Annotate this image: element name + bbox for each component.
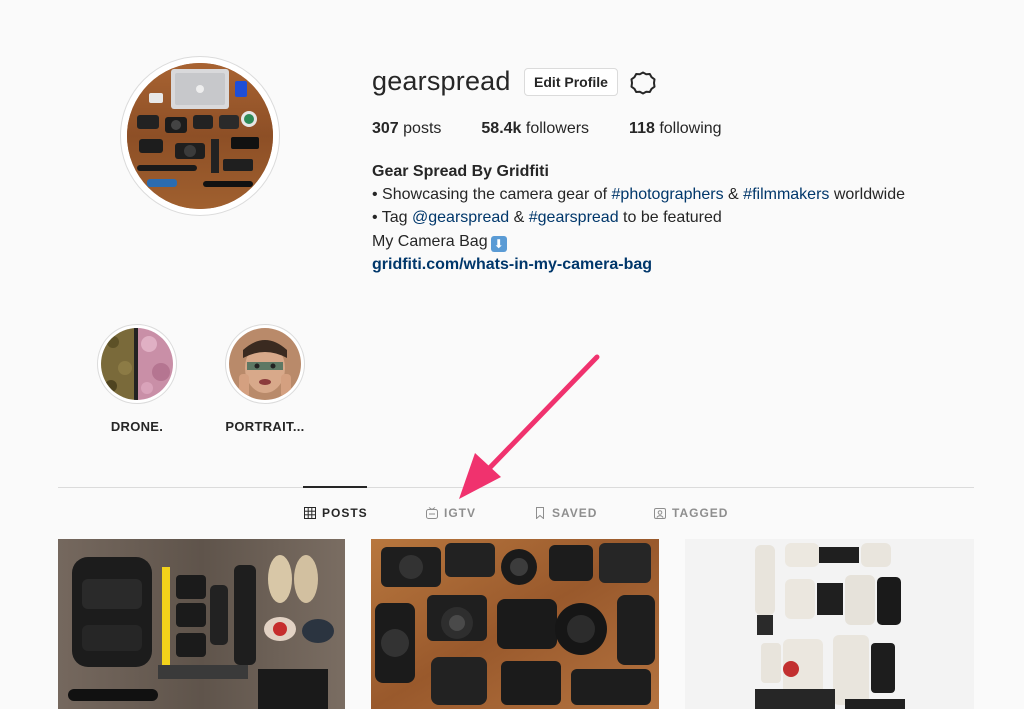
tab-label: SAVED [552, 506, 598, 520]
bio-text: worldwide [829, 186, 905, 204]
followers-label[interactable]: followers [526, 120, 589, 137]
highlight-drone-thumbnail[interactable] [101, 328, 173, 400]
edit-profile-button[interactable]: Edit Profile [524, 68, 618, 96]
following-count[interactable]: 118 [629, 120, 655, 137]
post-thumbnail-2[interactable] [371, 539, 659, 709]
post-thumbnail-1[interactable] [58, 539, 345, 709]
down-arrow-emoji-icon: ⬇ [490, 235, 507, 252]
post-image-telephoto-lenses [685, 539, 974, 709]
bio-line-1: • Showcasing the camera gear of #photogr… [372, 183, 972, 206]
active-tab-indicator [303, 486, 367, 488]
following-stat[interactable]: 118 following [629, 120, 722, 138]
igtv-icon [426, 507, 438, 519]
post-image-cameras-on-wood [371, 539, 659, 709]
posts-label: posts [403, 120, 442, 137]
tab-igtv[interactable]: IGTV [426, 506, 476, 520]
portrait-image [229, 328, 301, 400]
followers-stat[interactable]: 58.4k followers [481, 120, 589, 138]
hashtag-link[interactable]: #gearspread [529, 209, 619, 226]
avatar-gear-flatlay-image [127, 63, 273, 209]
post-thumbnail-3[interactable] [685, 539, 974, 709]
following-label[interactable]: following [659, 120, 721, 137]
bio-text: My Camera Bag [372, 232, 488, 250]
hashtag-link[interactable]: #photographers [612, 186, 724, 203]
profile-bio: Gear Spread By Gridfiti • Showcasing the… [372, 160, 972, 276]
tab-label: TAGGED [672, 506, 729, 520]
bookmark-icon [536, 507, 544, 519]
tab-label: POSTS [322, 506, 368, 520]
tab-saved[interactable]: SAVED [534, 506, 597, 520]
bio-text: • Showcasing the camera gear of [372, 186, 612, 204]
followers-count[interactable]: 58.4k [481, 120, 521, 137]
bio-text: to be featured [618, 209, 722, 227]
mention-link[interactable]: @gearspread [412, 209, 509, 226]
bio-line-2: • Tag @gearspread & #gearspread to be fe… [372, 206, 972, 229]
bio-website-link[interactable]: gridfiti.com/whats-in-my-camera-bag [372, 253, 972, 276]
tab-posts[interactable]: POSTS [304, 506, 368, 520]
grid-icon [304, 507, 316, 519]
highlight-label-drone[interactable]: DRONE. [77, 419, 197, 434]
bio-text: & [723, 186, 744, 204]
bio-text: & [509, 209, 529, 227]
bio-line-3: My Camera Bag ⬇ [372, 230, 972, 253]
posts-count-stat: 307 posts [372, 120, 441, 138]
gear-icon[interactable] [630, 70, 656, 96]
profile-avatar[interactable] [127, 63, 273, 209]
hashtag-link[interactable]: #filmmakers [743, 186, 829, 203]
tab-label: IGTV [444, 506, 477, 520]
drone-aerial-image [101, 328, 173, 400]
tabs-divider [58, 487, 974, 488]
tagged-icon [654, 508, 666, 519]
tab-tagged[interactable]: TAGGED [654, 506, 728, 520]
bio-full-name: Gear Spread By Gridfiti [372, 163, 549, 180]
highlight-portrait-thumbnail[interactable] [229, 328, 301, 400]
posts-count: 307 [372, 120, 399, 137]
profile-username: gearspread [372, 66, 511, 96]
annotation-arrow [459, 354, 600, 499]
profile-stats: 307 posts 58.4k followers 118 following [372, 120, 762, 138]
highlight-label-portrait[interactable]: PORTRAIT... [205, 419, 325, 434]
post-image-gear-on-wood [58, 539, 345, 709]
bio-text: • Tag [372, 209, 412, 227]
